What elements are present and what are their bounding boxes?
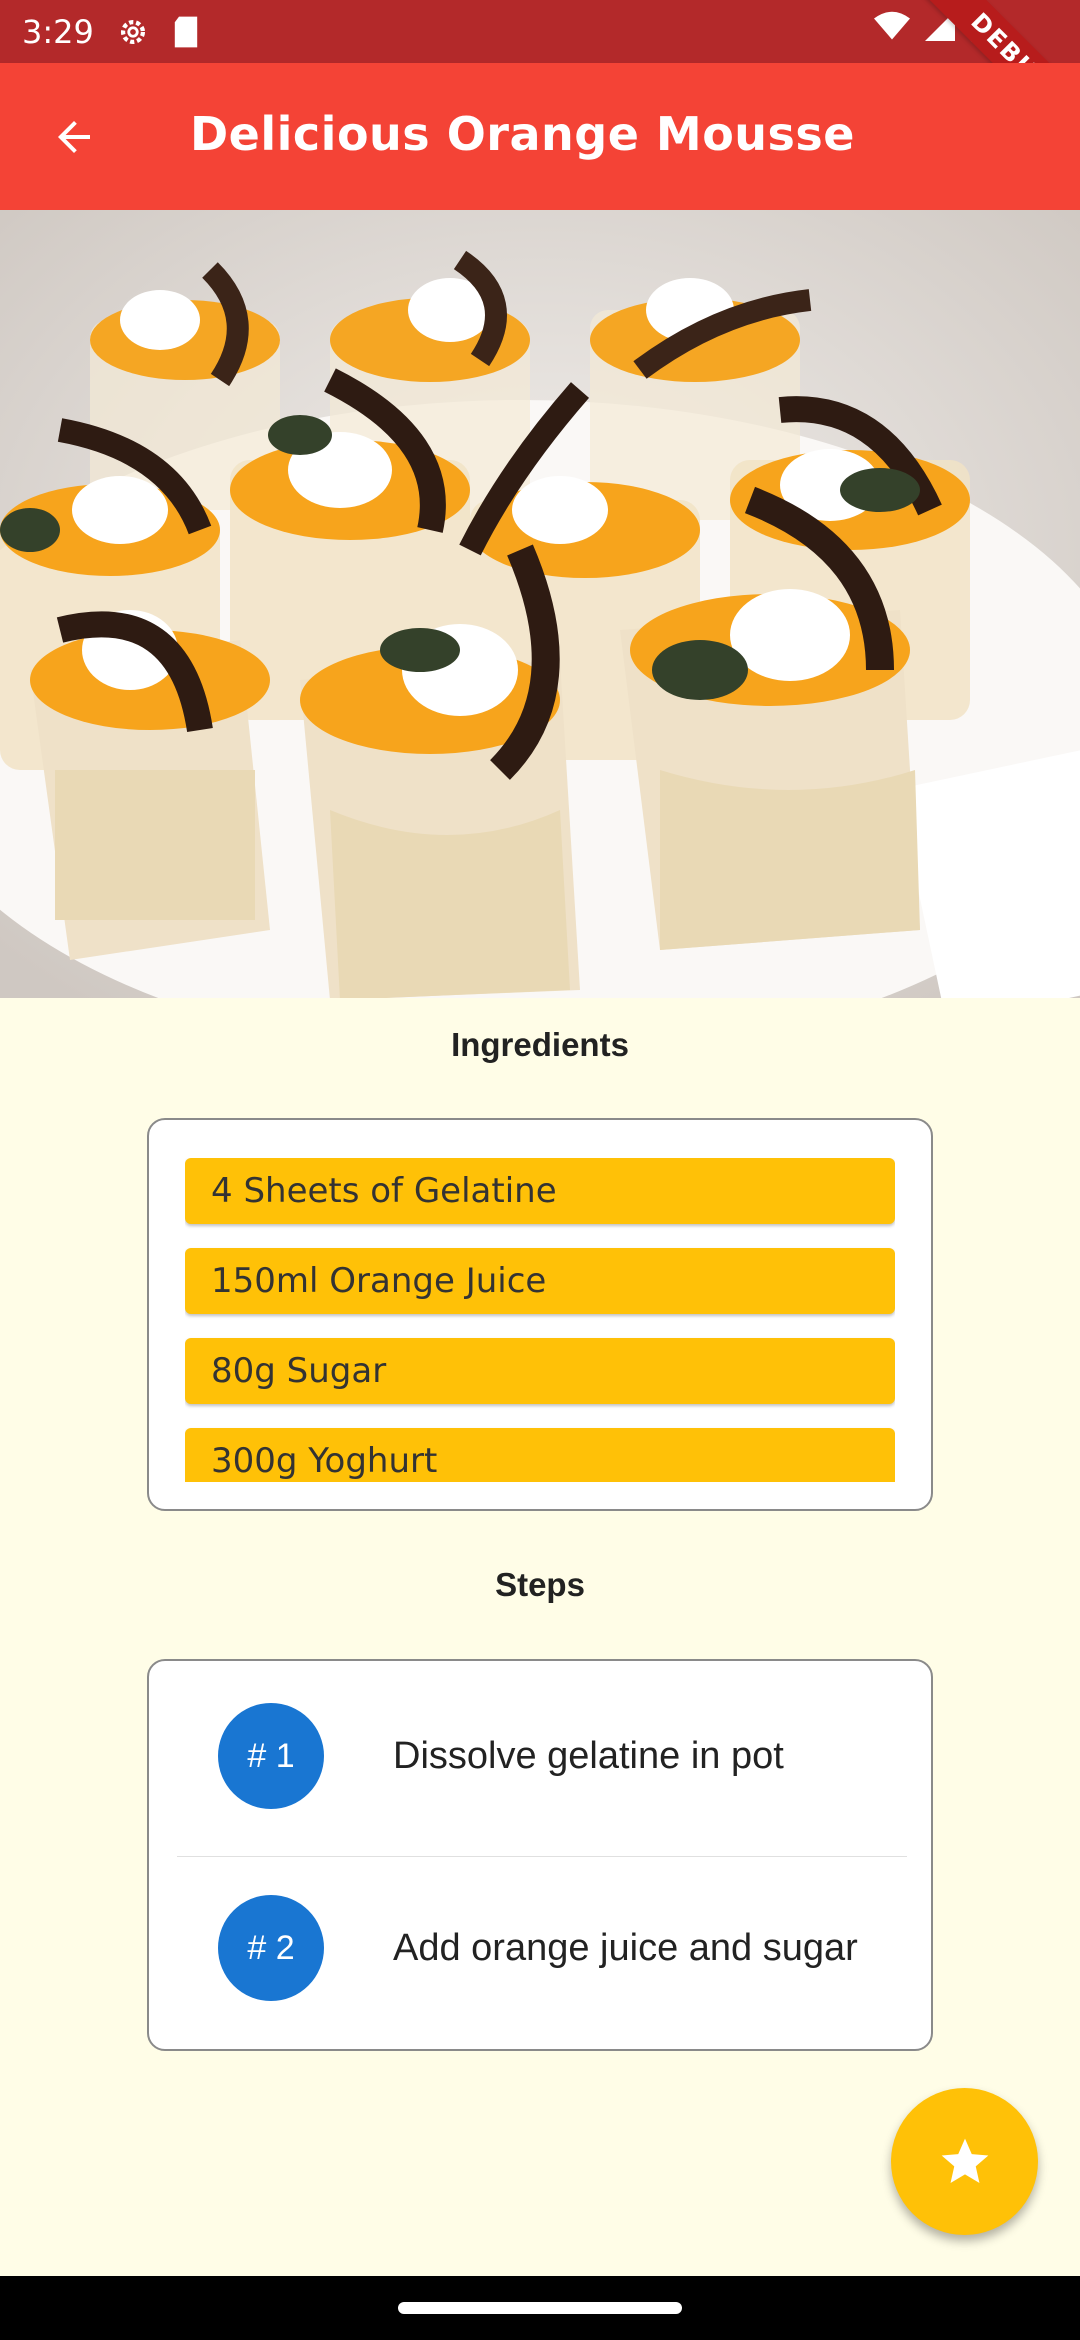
favorite-button[interactable] bbox=[891, 2088, 1038, 2235]
recipe-image bbox=[0, 210, 1080, 998]
steps-heading: Steps bbox=[495, 1566, 585, 1603]
step-number-badge: # 1 bbox=[218, 1703, 324, 1809]
ingredient-item: 150ml Orange Juice bbox=[185, 1248, 895, 1314]
ingredient-item: 4 Sheets of Gelatine bbox=[185, 1158, 895, 1224]
step-item[interactable]: # 2 Add orange juice and sugar bbox=[177, 1853, 907, 2043]
status-bar: 3:29 bbox=[0, 0, 1080, 63]
home-gesture-handle[interactable] bbox=[398, 2302, 682, 2314]
status-time: 3:29 bbox=[22, 12, 94, 51]
sd-card-icon bbox=[174, 16, 198, 47]
step-text: Dissolve gelatine in pot bbox=[393, 1735, 784, 1777]
ingredients-card: 4 Sheets of Gelatine 150ml Orange Juice … bbox=[147, 1118, 933, 1511]
star-icon bbox=[941, 2138, 988, 2183]
back-button[interactable] bbox=[38, 101, 110, 173]
ingredient-item: 80g Sugar bbox=[185, 1338, 895, 1404]
page-title: Delicious Orange Mousse bbox=[190, 107, 856, 161]
settings-gear-icon bbox=[120, 19, 145, 44]
step-number-badge: # 2 bbox=[218, 1895, 324, 2001]
step-item[interactable]: # 1 Dissolve gelatine in pot bbox=[177, 1661, 907, 1851]
app-bar: Delicious Orange Mousse bbox=[0, 63, 1080, 210]
system-nav-bar bbox=[0, 2276, 1080, 2340]
ingredients-heading: Ingredients bbox=[451, 1026, 629, 1063]
ingredients-list[interactable]: 4 Sheets of Gelatine 150ml Orange Juice … bbox=[185, 1158, 895, 1482]
steps-card: # 1 Dissolve gelatine in pot # 2 Add ora… bbox=[147, 1659, 933, 2051]
ingredient-item: 300g Yoghurt bbox=[185, 1428, 895, 1482]
wifi-icon bbox=[874, 11, 910, 40]
arrow-back-icon bbox=[58, 121, 90, 153]
step-text: Add orange juice and sugar bbox=[393, 1927, 858, 1969]
